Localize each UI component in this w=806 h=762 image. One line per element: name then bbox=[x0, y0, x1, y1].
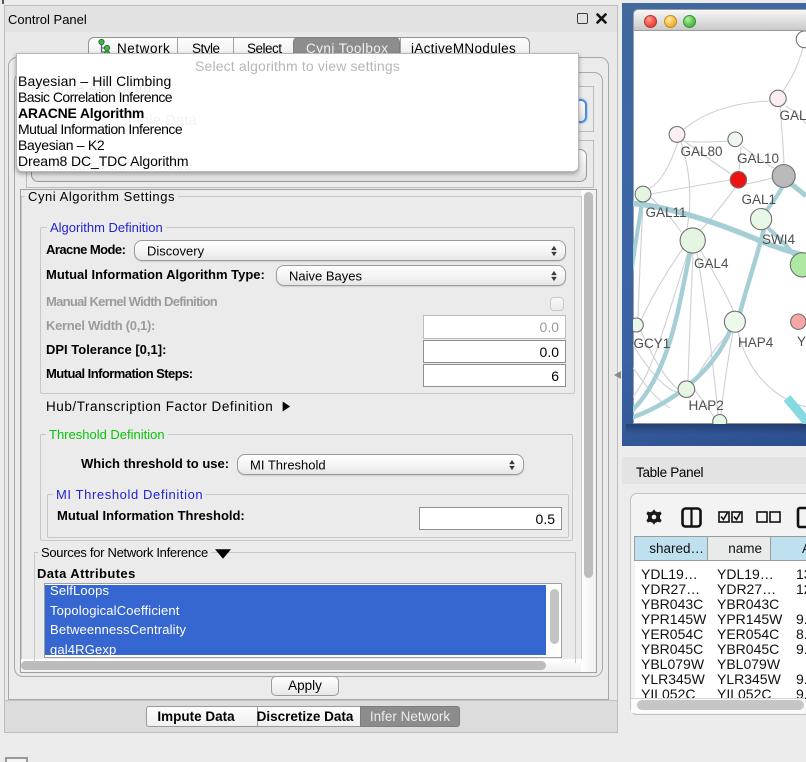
svg-text:HAP2: HAP2 bbox=[689, 398, 724, 413]
svg-text:GAL4: GAL4 bbox=[694, 256, 729, 271]
svg-text:GCY1: GCY1 bbox=[634, 336, 671, 351]
svg-text:Y: Y bbox=[797, 334, 806, 349]
svg-text:GAL80: GAL80 bbox=[681, 144, 723, 159]
svg-text:GAL1: GAL1 bbox=[742, 192, 777, 207]
svg-text:SWI4: SWI4 bbox=[762, 232, 795, 247]
svg-text:HAP4: HAP4 bbox=[738, 335, 774, 350]
svg-text:GAL11: GAL11 bbox=[646, 205, 687, 220]
svg-text:GAL7: GAL7 bbox=[780, 108, 806, 123]
svg-text:GAL10: GAL10 bbox=[737, 151, 779, 166]
